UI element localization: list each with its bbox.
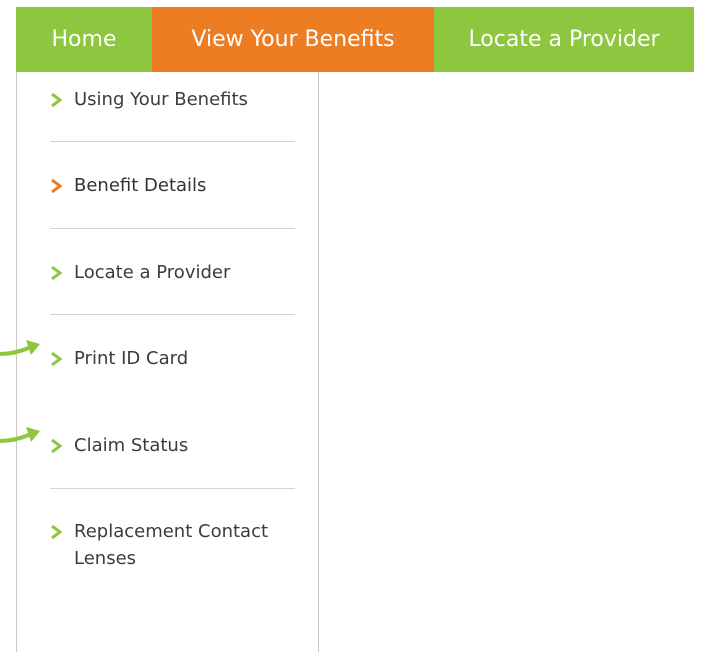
tab-home[interactable]: Home [16,7,152,72]
top-navigation: Home View Your Benefits Locate a Provide… [16,7,694,72]
menu-separator [50,141,295,142]
sidebar-item-label: Using Your Benefits [74,89,248,110]
menu-separator [50,314,295,315]
sidebar-item-label: Print ID Card [74,348,189,369]
chevron-right-icon [50,345,74,372]
page: Home View Your Benefits Locate a Provide… [0,0,701,652]
panel-divider [318,72,319,652]
sidebar-item-locate-a-provider[interactable]: Locate a Provider [50,259,295,286]
sidebar-item-claim-status[interactable]: Claim Status [50,432,295,459]
arrow-right-icon [0,427,40,443]
tab-view-your-benefits[interactable]: View Your Benefits [152,7,434,72]
chevron-right-icon [50,518,74,545]
chevron-right-icon [50,432,74,459]
sidebar-item-print-id-card[interactable]: Print ID Card [50,345,295,372]
arrow-right-icon [0,340,40,356]
menu-separator [50,488,295,489]
chevron-right-icon [50,86,74,113]
panel-left-border [16,72,17,652]
sidebar-item-label: Benefit Details [74,175,207,196]
sidebar-item-using-your-benefits[interactable]: Using Your Benefits [50,86,295,113]
chevron-right-icon [50,259,74,286]
tab-locate-a-provider[interactable]: Locate a Provider [434,7,694,72]
sidebar-item-label: Replacement Contact Lenses [74,521,269,569]
sidebar-item-replacement-contact-lenses[interactable]: Replacement Contact Lenses [50,518,295,572]
menu-separator [50,228,295,229]
chevron-right-icon [50,172,74,199]
sidebar-item-benefit-details[interactable]: Benefit Details [50,172,295,199]
sidebar-item-label: Claim Status [74,435,189,456]
sidebar-item-label: Locate a Provider [74,262,231,283]
